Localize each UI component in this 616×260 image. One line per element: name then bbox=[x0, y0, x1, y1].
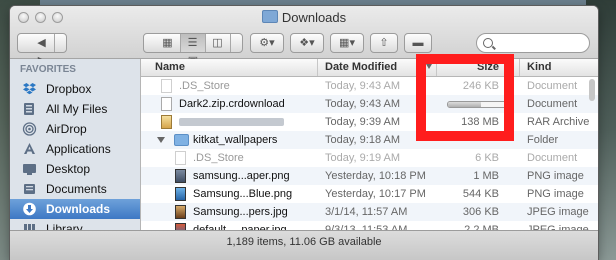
sidebar-item-desktop[interactable]: Desktop bbox=[10, 159, 140, 179]
column-kind[interactable]: Kind bbox=[527, 61, 551, 73]
document-icon bbox=[161, 97, 172, 111]
file-row-folder-ds-store[interactable]: .DS_Store Today, 9:19 AM 6 KB Document bbox=[141, 149, 598, 167]
files-icon bbox=[24, 103, 34, 115]
file-row-image[interactable]: samsung...aper.png Yesterday, 10:18 PM 1… bbox=[141, 167, 598, 185]
chevron-left-icon: ◀ bbox=[37, 37, 46, 49]
folder-icon bbox=[174, 134, 189, 146]
column-view-button[interactable]: ◫ bbox=[206, 34, 231, 52]
folder-icon bbox=[261, 10, 278, 23]
sidebar-header: FAVORITES bbox=[20, 64, 76, 75]
dropbox-button[interactable]: ❖▾ bbox=[290, 33, 324, 53]
image-thumbnail-icon bbox=[175, 169, 186, 183]
sidebar-item-all-my-files[interactable]: All My Files bbox=[10, 99, 140, 119]
applications-icon bbox=[24, 143, 35, 154]
dropbox-icon: ❖ bbox=[299, 37, 310, 49]
desktop-icon bbox=[23, 164, 36, 175]
tag-button[interactable]: ▬ bbox=[404, 33, 432, 53]
dropbox-icon bbox=[23, 83, 36, 95]
chevron-down-icon: ▾ bbox=[309, 37, 315, 49]
status-bar: 1,189 items, 11.06 GB available bbox=[10, 230, 598, 260]
arrange-icon: ▦ bbox=[339, 37, 350, 49]
file-row-folder[interactable]: kitkat_wallpapers Today, 9:18 AM -- Fold… bbox=[141, 131, 598, 149]
icon-view-button[interactable]: ▦ bbox=[156, 34, 181, 52]
list-view-button[interactable]: ☰ bbox=[180, 34, 206, 52]
file-row-image[interactable]: default_...paper.jpg 9/3/13, 11:53 AM 2.… bbox=[141, 221, 598, 230]
document-icon bbox=[161, 79, 172, 93]
archive-icon bbox=[161, 115, 172, 129]
sidebar-item-library[interactable]: Library bbox=[10, 219, 140, 230]
search-icon bbox=[483, 38, 493, 48]
column-headers: Name Date Modified Size Kind bbox=[141, 59, 598, 77]
share-icon: ⇧ bbox=[379, 37, 389, 49]
column-name[interactable]: Name bbox=[155, 61, 185, 73]
sidebar-item-dropbox[interactable]: Dropbox bbox=[10, 79, 140, 99]
file-list: Name Date Modified Size Kind .DS_Store T… bbox=[141, 59, 598, 230]
disclosure-triangle-icon[interactable] bbox=[157, 137, 165, 143]
status-text: 1,189 items, 11.06 GB available bbox=[226, 236, 382, 248]
sidebar-item-documents[interactable]: Documents bbox=[10, 179, 140, 199]
airdrop-icon bbox=[22, 122, 37, 136]
image-thumbnail-icon bbox=[175, 187, 186, 201]
red-highlight-box bbox=[416, 54, 514, 141]
file-row-image[interactable]: Samsung...pers.jpg 3/1/14, 11:57 AM 306 … bbox=[141, 203, 598, 221]
downloads-icon bbox=[23, 202, 36, 216]
column-divider[interactable] bbox=[519, 59, 520, 76]
back-forward-control: ◀▶ bbox=[17, 33, 67, 67]
share-button[interactable]: ⇧ bbox=[370, 33, 398, 53]
back-button[interactable]: ◀ bbox=[30, 34, 55, 52]
vertical-scrollbar[interactable] bbox=[589, 79, 595, 101]
file-row-ds-store[interactable]: .DS_Store Today, 9:43 AM 246 KB Document bbox=[141, 77, 598, 95]
column-date-modified[interactable]: Date Modified bbox=[325, 61, 397, 73]
list-view-icon: ☰ bbox=[187, 37, 198, 49]
view-switcher: ▦☰◫▣ bbox=[143, 33, 243, 67]
window-title: Downloads bbox=[10, 10, 598, 25]
sidebar: FAVORITES Dropbox All My Files AirDrop A… bbox=[10, 59, 141, 230]
tag-icon: ▬ bbox=[412, 37, 424, 49]
search-field[interactable] bbox=[476, 33, 590, 53]
chevron-down-icon: ▾ bbox=[269, 37, 275, 49]
library-icon bbox=[24, 224, 35, 230]
column-divider[interactable] bbox=[317, 59, 318, 76]
redacted-filename bbox=[179, 118, 284, 126]
documents-icon bbox=[24, 184, 35, 194]
action-button[interactable]: ⚙▾ bbox=[250, 33, 284, 53]
icon-view-icon: ▦ bbox=[162, 37, 173, 49]
column-view-icon: ◫ bbox=[212, 37, 223, 49]
image-thumbnail-icon bbox=[175, 205, 186, 219]
title-bar: Downloads ◀▶ ▦☰◫▣ ⚙▾ ❖▾ ▦▾ ⇧ ▬ bbox=[10, 6, 598, 67]
document-icon bbox=[175, 151, 186, 165]
file-row-crdownload[interactable]: Dark2.zip.crdownload Today, 9:43 AM Docu… bbox=[141, 95, 598, 113]
chevron-down-icon: ▾ bbox=[349, 37, 355, 49]
sidebar-item-airdrop[interactable]: AirDrop bbox=[10, 119, 140, 139]
sidebar-item-applications[interactable]: Applications bbox=[10, 139, 140, 159]
image-thumbnail-icon bbox=[175, 223, 186, 230]
gear-icon: ⚙ bbox=[259, 37, 270, 49]
arrange-button[interactable]: ▦▾ bbox=[330, 33, 364, 53]
file-row-rar-archive[interactable]: Today, 9:39 AM 138 MB RAR Archive bbox=[141, 113, 598, 131]
file-row-image[interactable]: Samsung...Blue.png Yesterday, 10:17 PM 5… bbox=[141, 185, 598, 203]
sidebar-item-downloads[interactable]: Downloads bbox=[10, 199, 140, 219]
